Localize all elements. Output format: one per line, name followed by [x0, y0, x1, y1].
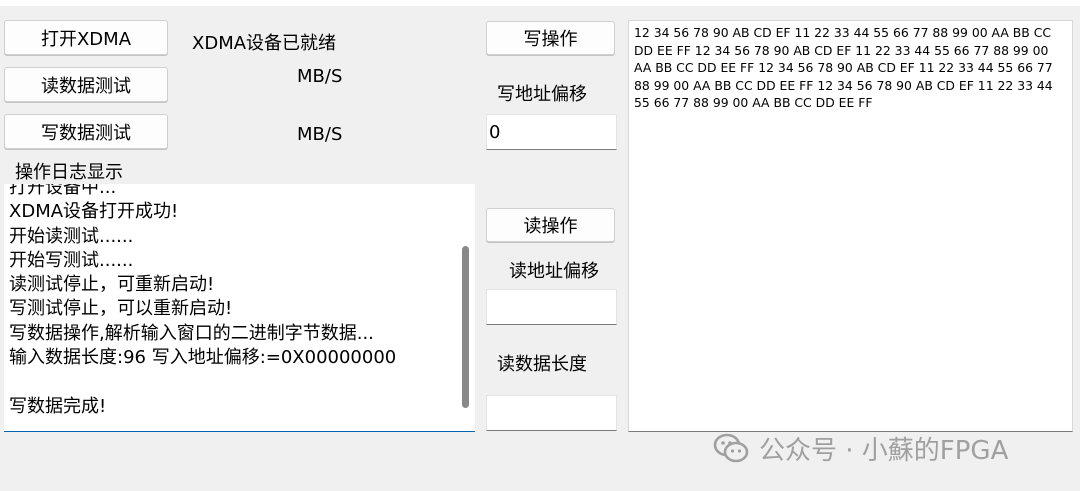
open-xdma-button[interactable]: 打开XDMA	[4, 20, 168, 55]
write-test-button[interactable]: 写数据测试	[4, 114, 168, 149]
watermark: 公众号 · 小蘇的FPGA	[711, 428, 1008, 468]
read-test-button[interactable]: 读数据测试	[4, 67, 168, 102]
write-offset-label: 写地址偏移	[497, 84, 587, 105]
log-line: 开始写测试......	[9, 249, 134, 271]
read-operation-button[interactable]: 读操作	[486, 208, 615, 242]
log-line: 输入数据长度:96 写入地址偏移:=0X00000000	[9, 347, 397, 369]
read-length-label: 读数据长度	[497, 354, 587, 375]
log-line: 读测试停止，可重新启动!	[9, 274, 215, 296]
log-line: 写数据完成!	[9, 395, 107, 417]
log-line: 打开设备中...	[9, 184, 117, 198]
log-scrollbar[interactable]	[458, 184, 475, 431]
window-top-edge	[0, 0, 1080, 6]
log-line: XDMA设备打开成功!	[9, 201, 179, 223]
wechat-icon	[713, 433, 749, 463]
hex-data-textarea[interactable]: 12 34 56 78 90 AB CD EF 11 22 33 44 55 6…	[628, 20, 1073, 432]
log-lines: 打开设备中... XDMA设备打开成功! 开始读测试...... 开始写测试.....…	[9, 184, 459, 419]
log-scrollbar-thumb[interactable]	[462, 246, 469, 408]
device-status-label: XDMA设备已就绪	[192, 33, 337, 54]
watermark-text: 公众号 · 小蘇的FPGA	[759, 435, 1009, 466]
log-line: 写测试停止，可以重新启动!	[9, 298, 233, 320]
read-offset-input[interactable]	[486, 289, 617, 325]
operation-log[interactable]: 打开设备中... XDMA设备打开成功! 开始读测试...... 开始写测试.....…	[4, 184, 475, 432]
log-line: 开始读测试......	[9, 225, 134, 247]
read-speed-unit: MB/S	[297, 66, 343, 87]
log-title: 操作日志显示	[15, 162, 123, 183]
read-length-input[interactable]	[486, 395, 617, 431]
write-operation-button[interactable]: 写操作	[486, 21, 615, 55]
write-speed-unit: MB/S	[297, 124, 343, 145]
read-offset-label: 读地址偏移	[509, 261, 599, 282]
write-offset-input[interactable]	[486, 114, 617, 150]
log-line: 写数据操作,解析输入窗口的二进制字节数据...	[9, 322, 374, 344]
